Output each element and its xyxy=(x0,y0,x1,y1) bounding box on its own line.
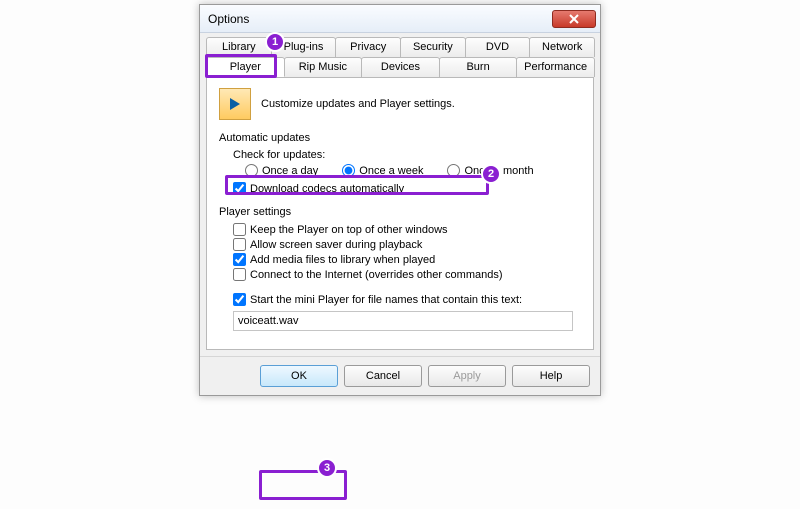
mini-player-text-input[interactable] xyxy=(233,311,573,331)
tab-performance[interactable]: Performance xyxy=(516,57,595,77)
tab-security[interactable]: Security xyxy=(400,37,466,57)
group-title-auto: Automatic updates xyxy=(219,132,581,144)
tab-library[interactable]: Library xyxy=(206,37,272,57)
wmp-icon xyxy=(219,88,251,120)
player-pane: Customize updates and Player settings. A… xyxy=(206,77,594,350)
highlight-ok-button xyxy=(259,470,347,500)
radio-once-month[interactable]: Once a month xyxy=(447,164,533,177)
radio-once-week[interactable]: Once a week xyxy=(342,164,423,177)
tab-rip-music[interactable]: Rip Music xyxy=(284,57,363,77)
checkbox-add-to-library[interactable]: Add media files to library when played xyxy=(233,253,435,266)
radio-once-day[interactable]: Once a day xyxy=(245,164,318,177)
options-dialog: Options Library Plug-ins Privacy Securit… xyxy=(199,4,601,396)
group-player-settings: Player settings Keep the Player on top o… xyxy=(219,206,581,331)
annotation-badge-3: 3 xyxy=(317,458,337,478)
tab-network[interactable]: Network xyxy=(529,37,595,57)
checkbox-keep-on-top[interactable]: Keep the Player on top of other windows xyxy=(233,223,448,236)
tabstrip: Library Plug-ins Privacy Security DVD Ne… xyxy=(200,33,600,77)
tab-burn[interactable]: Burn xyxy=(439,57,518,77)
group-automatic-updates: Automatic updates Check for updates: Onc… xyxy=(219,132,581,196)
apply-button[interactable]: Apply xyxy=(428,365,506,387)
checkbox-mini-player[interactable]: Start the mini Player for file names tha… xyxy=(233,293,522,306)
tab-devices[interactable]: Devices xyxy=(361,57,440,77)
group-title-player: Player settings xyxy=(219,206,581,218)
check-updates-label: Check for updates: xyxy=(219,148,581,162)
window-title: Options xyxy=(208,12,552,26)
cancel-button[interactable]: Cancel xyxy=(344,365,422,387)
help-button[interactable]: Help xyxy=(512,365,590,387)
tab-player[interactable]: Player xyxy=(206,57,285,77)
tab-plugins[interactable]: Plug-ins xyxy=(271,37,337,57)
tab-privacy[interactable]: Privacy xyxy=(335,37,401,57)
tab-dvd[interactable]: DVD xyxy=(465,37,531,57)
checkbox-download-codecs[interactable]: Download codecs automatically xyxy=(233,182,404,195)
ok-button[interactable]: OK xyxy=(260,365,338,387)
close-icon xyxy=(569,14,579,24)
titlebar: Options xyxy=(200,5,600,33)
button-bar: OK Cancel Apply Help xyxy=(200,356,600,395)
checkbox-screensaver[interactable]: Allow screen saver during playback xyxy=(233,238,422,251)
intro-text: Customize updates and Player settings. xyxy=(261,98,455,110)
close-button[interactable] xyxy=(552,10,596,28)
checkbox-connect-internet[interactable]: Connect to the Internet (overrides other… xyxy=(233,268,503,281)
